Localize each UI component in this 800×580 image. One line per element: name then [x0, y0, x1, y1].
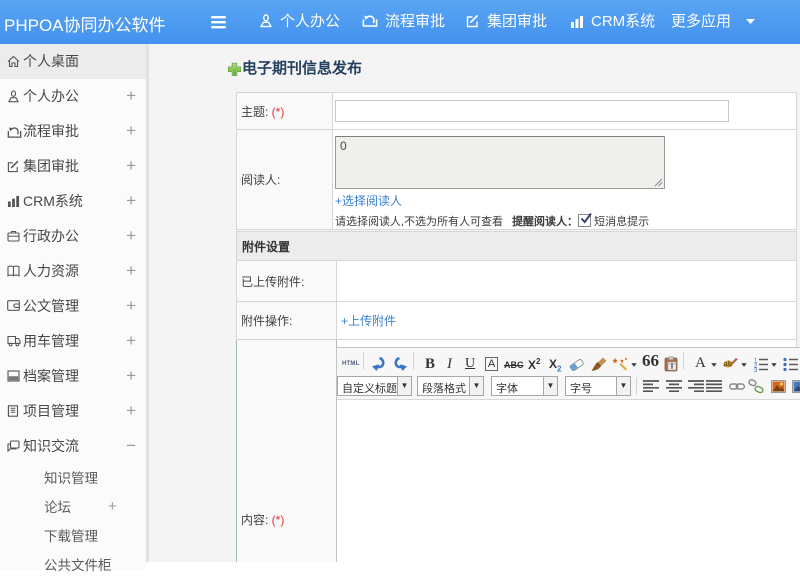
- svg-text:T: T: [669, 362, 674, 371]
- svg-text:3: 3: [754, 368, 758, 372]
